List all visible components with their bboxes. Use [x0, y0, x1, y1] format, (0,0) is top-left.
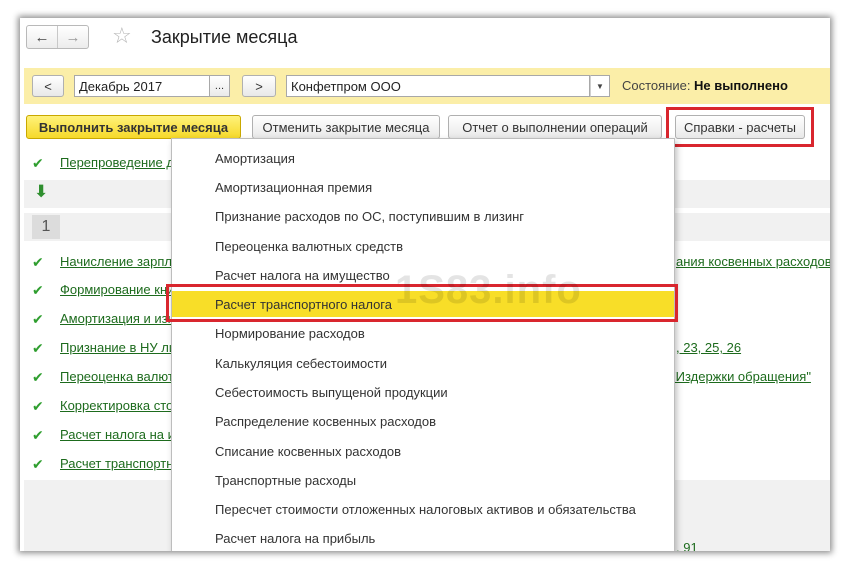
menu-item[interactable]: Распределение косвенных расходов	[172, 408, 674, 434]
check-icon: ✔	[32, 398, 44, 414]
check-icon: ✔	[32, 427, 44, 443]
menu-item[interactable]: Нормирование расходов	[172, 320, 674, 346]
check-edit-icon: ✔	[32, 254, 44, 270]
navigation-buttons: ← →	[26, 25, 89, 49]
menu-item[interactable]: Переоценка валютных средств	[172, 233, 674, 259]
task-link[interactable]: Переоценка валют	[60, 369, 174, 384]
state-label: Состояние:	[622, 78, 691, 93]
cancel-month-close-button[interactable]: Отменить закрытие месяца	[252, 115, 440, 139]
check-icon: ✔	[32, 456, 44, 472]
task-link[interactable]: Начисление зарпла	[60, 254, 179, 269]
menu-item[interactable]: Признание расходов по ОС, поступившим в …	[172, 203, 674, 229]
task-link-right[interactable]: , 91	[676, 540, 698, 551]
page-title: Закрытие месяца	[151, 27, 298, 47]
menu-item[interactable]: Себестоимость выпущеной продукции	[172, 379, 674, 405]
task-link[interactable]: Расчет транспортн	[60, 456, 173, 471]
check-edit-icon: ✔	[32, 282, 44, 298]
favorite-star-icon[interactable]: ☆	[112, 23, 132, 49]
references-highlight	[666, 107, 814, 147]
task-link-right[interactable]: "Издержки обращения"	[671, 369, 811, 384]
state-value: Не выполнено	[694, 78, 788, 93]
menu-item[interactable]: Списание косвенных расходов	[172, 438, 674, 464]
task-link[interactable]: Расчет налога на и	[60, 427, 175, 442]
task-link[interactable]: Амортизация и изн	[60, 311, 175, 326]
back-arrow-icon[interactable]: ←	[27, 26, 57, 48]
check-icon: ✔	[32, 369, 44, 385]
check-icon: ✔	[32, 311, 44, 327]
menu-item[interactable]: Расчет налога на прибыль	[172, 525, 674, 551]
group-number: 1	[32, 215, 60, 239]
task-link-right[interactable]: , 23, 25, 26	[676, 340, 741, 355]
next-period-button[interactable]: >	[242, 75, 276, 97]
selected-item-highlight	[166, 284, 678, 322]
arrow-down-icon: ⬇	[34, 182, 49, 201]
organization-field[interactable]: Конфетпром ООО	[286, 75, 590, 97]
menu-item[interactable]: Калькуляция себестоимости	[172, 350, 674, 376]
check-icon: ✔	[32, 340, 44, 356]
prev-period-button[interactable]: <	[32, 75, 64, 97]
task-link[interactable]: Перепроведение д	[60, 155, 174, 170]
run-month-close-button[interactable]: Выполнить закрытие месяца	[26, 115, 241, 139]
app-window: ← → ☆ Закрытие месяца < Декабрь 2017 ...…	[20, 18, 830, 551]
menu-item[interactable]: Амортизация	[172, 145, 674, 171]
forward-arrow-icon[interactable]: →	[57, 26, 88, 48]
period-field[interactable]: Декабрь 2017	[74, 75, 210, 97]
operations-report-button[interactable]: Отчет о выполнении операций	[448, 115, 662, 139]
period-select-button[interactable]: ...	[210, 75, 230, 97]
menu-item[interactable]: Пересчет стоимости отложенных налоговых …	[172, 496, 674, 522]
references-dropdown-menu: Амортизация Амортизационная премия Призн…	[171, 138, 675, 551]
task-link[interactable]: Корректировка стои	[60, 398, 181, 413]
menu-item[interactable]: Амортизационная премия	[172, 174, 674, 200]
filter-bar: < Декабрь 2017 ... > Конфетпром ООО ▼ Со…	[24, 68, 830, 104]
menu-item[interactable]: Транспортные расходы	[172, 467, 674, 493]
task-link[interactable]: Признание в НУ ли	[60, 340, 176, 355]
check-icon: ✔	[32, 155, 44, 171]
chevron-down-icon[interactable]: ▼	[590, 75, 610, 97]
task-link[interactable]: Формирование кни	[60, 282, 174, 297]
task-link-right[interactable]: ания косвенных расходов	[676, 254, 830, 269]
